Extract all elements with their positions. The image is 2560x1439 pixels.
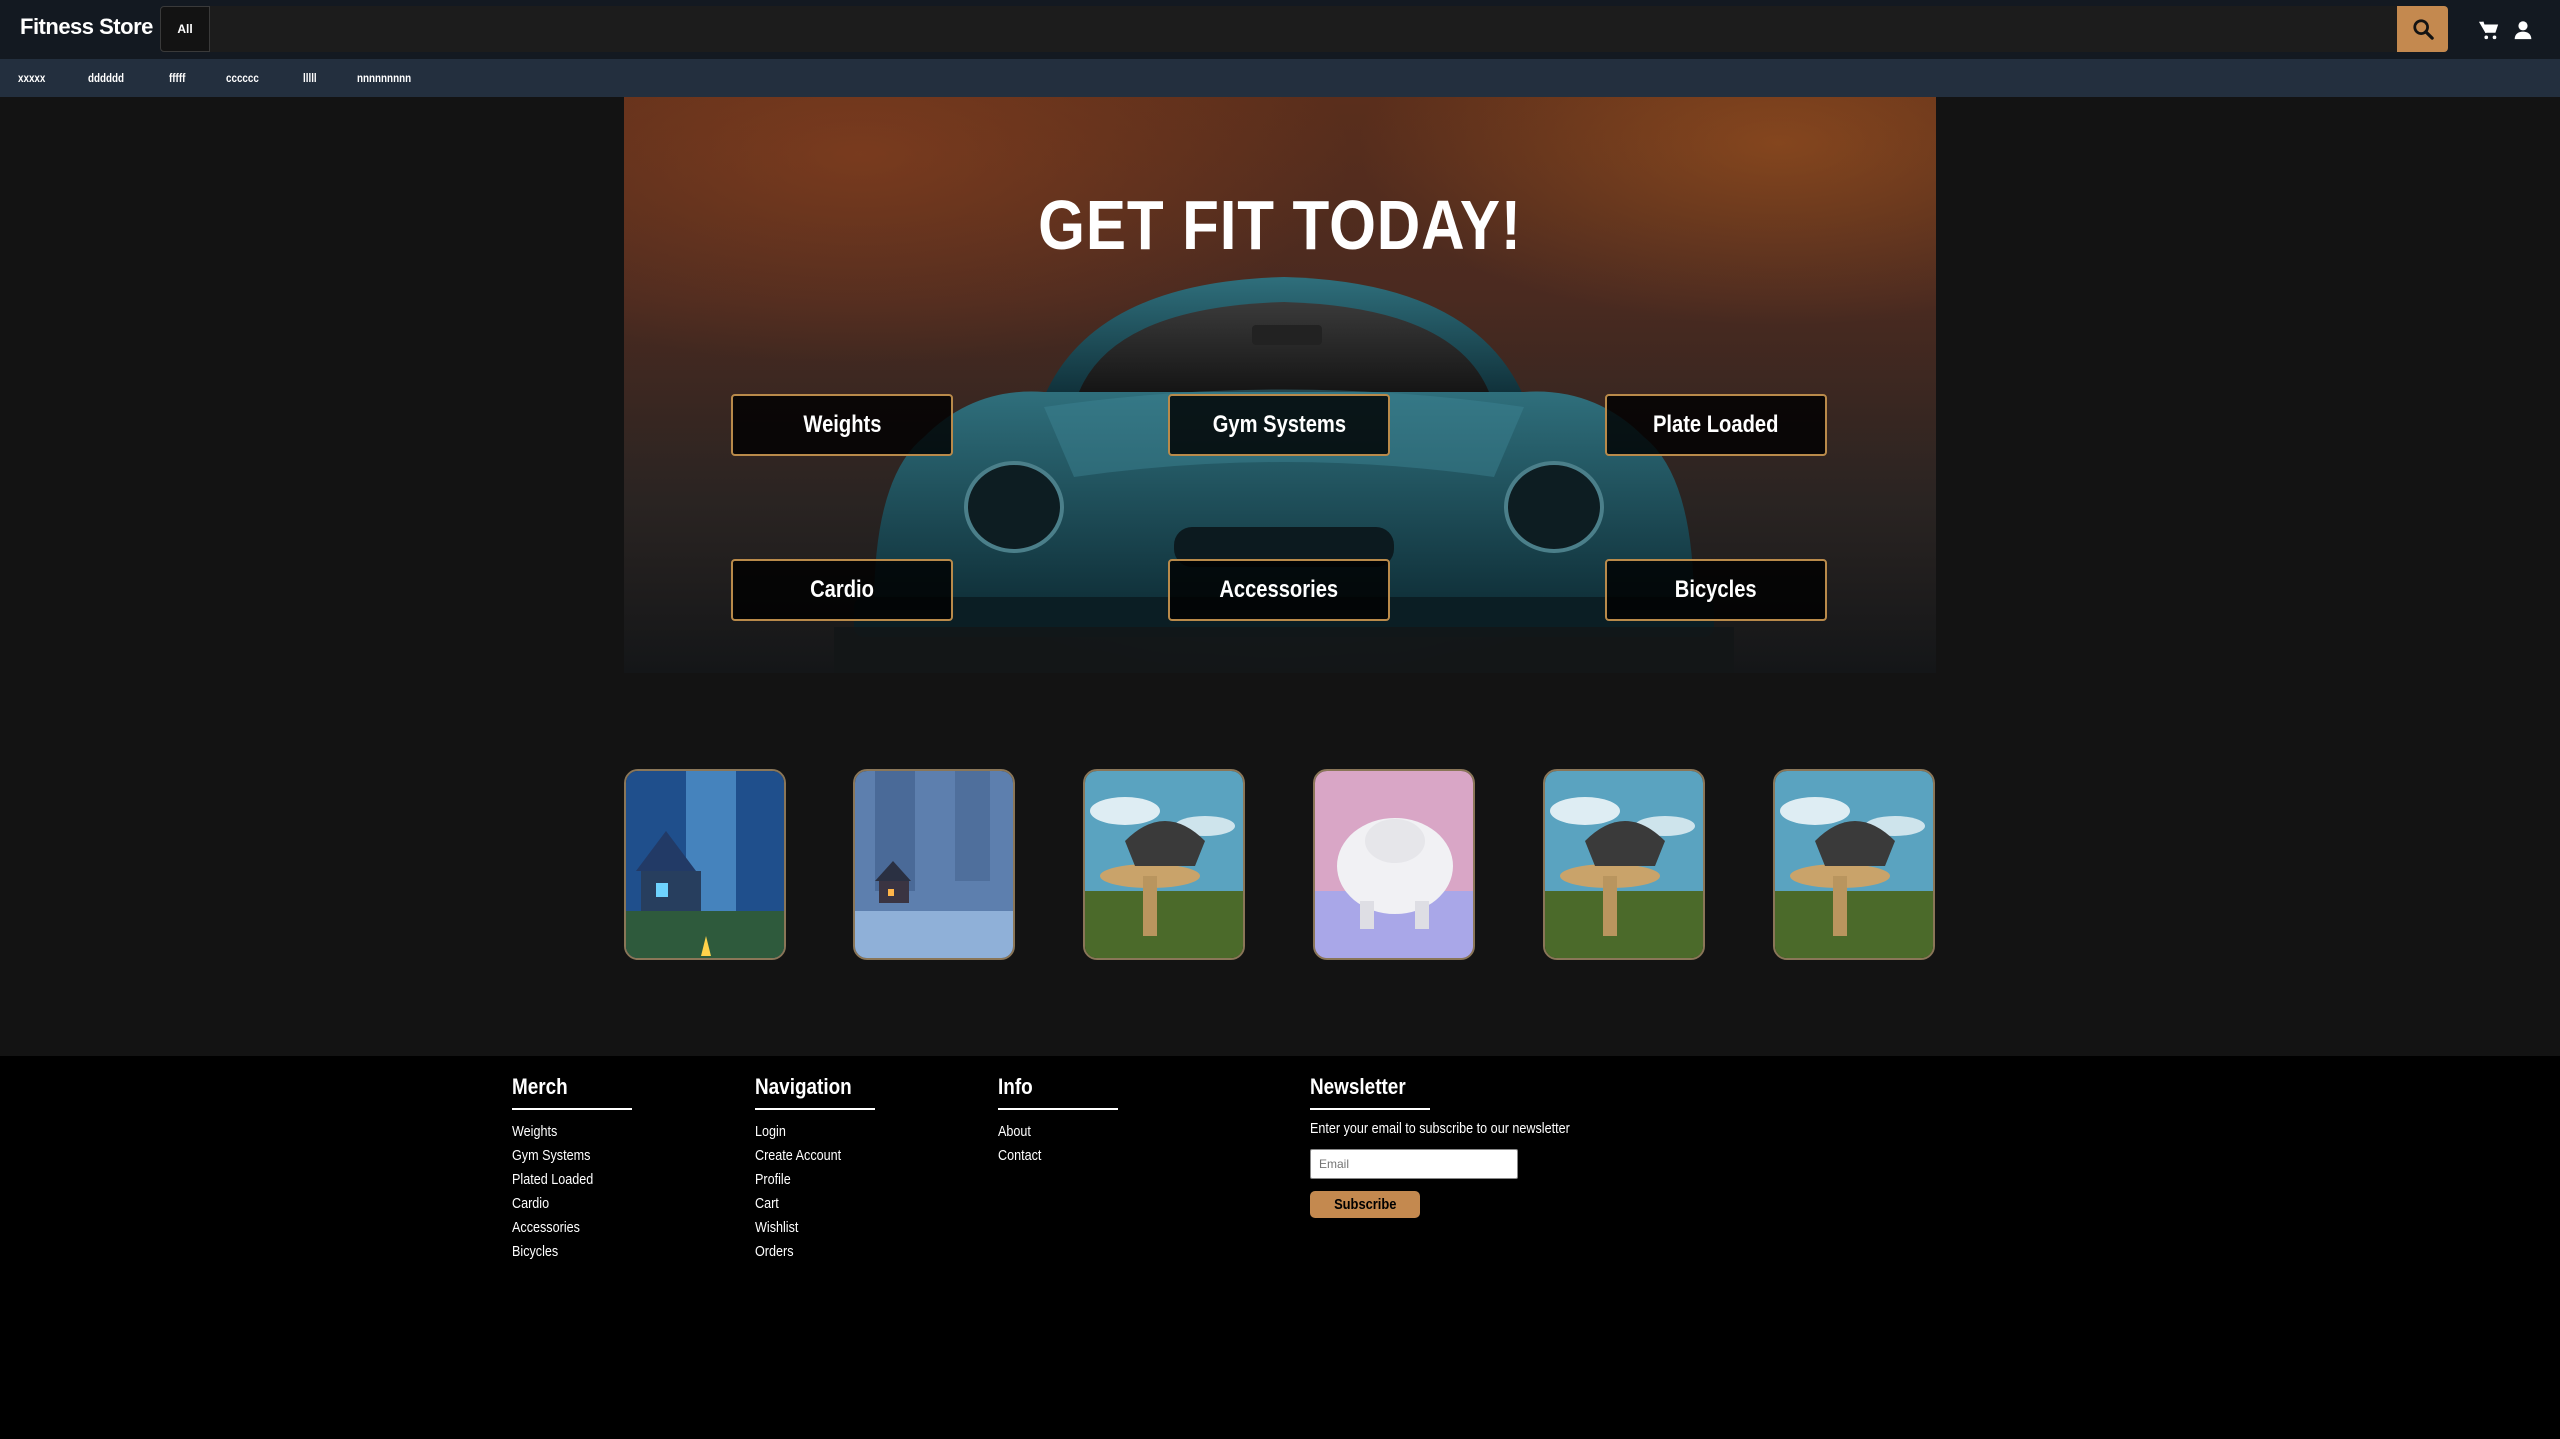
footer-divider <box>998 1108 1118 1110</box>
footer-link[interactable]: Profile <box>755 1168 856 1192</box>
thumbnail-card[interactable] <box>624 769 786 960</box>
thumbnail-card[interactable] <box>1083 769 1245 960</box>
buffalo-creature-image <box>1315 771 1473 958</box>
thumbnail-card[interactable] <box>1313 769 1475 960</box>
footer-heading: Navigation <box>755 1074 852 1099</box>
footer-divider <box>755 1108 875 1110</box>
category-button-label: Gym Systems <box>1212 411 1346 438</box>
category-button-label: Cardio <box>810 576 874 603</box>
subnav-item[interactable]: lllll <box>303 71 317 85</box>
footer-link[interactable]: Accessories <box>512 1216 613 1240</box>
mushroom-creature-image <box>1775 771 1933 958</box>
sub-navbar: xxxxx dddddd fffff cccccc lllll nnnnnnnn… <box>0 59 2560 97</box>
footer-heading: Info <box>998 1074 1033 1099</box>
footer-link[interactable]: Wishlist <box>755 1216 856 1240</box>
footer-divider <box>1310 1108 1430 1110</box>
snowy-cabin-image <box>855 771 1013 958</box>
fantasy-forest-cabin-image <box>626 771 784 958</box>
footer-navigation-column: Navigation Login Create Account Profile … <box>755 1074 875 1264</box>
footer-merch-column: Merch Weights Gym Systems Plated Loaded … <box>512 1074 632 1264</box>
category-button-label: Plate Loaded <box>1653 411 1779 438</box>
thumbnail-card[interactable] <box>853 769 1015 960</box>
newsletter-description: Enter your email to subscribe to our new… <box>1310 1120 1570 1137</box>
hero-banner: GET FIT TODAY! Weights Gym Systems Plate… <box>624 97 1936 673</box>
footer: Merch Weights Gym Systems Plated Loaded … <box>0 1056 2560 1439</box>
category-button-gym-systems[interactable]: Gym Systems <box>1168 394 1390 456</box>
brand-logo[interactable]: Fitness Store <box>20 14 153 40</box>
thumbnail-card[interactable] <box>1773 769 1935 960</box>
search-button[interactable] <box>2397 6 2448 52</box>
category-button-plate-loaded[interactable]: Plate Loaded <box>1605 394 1827 456</box>
user-icon[interactable] <box>2513 19 2533 41</box>
footer-heading: Newsletter <box>1310 1074 1406 1099</box>
hero-title: GET FIT TODAY! <box>1038 186 1522 264</box>
search-icon <box>2412 19 2434 40</box>
top-navbar: Fitness Store All <box>0 0 2560 59</box>
footer-info-column: Info About Contact <box>998 1074 1118 1168</box>
footer-divider <box>512 1108 632 1110</box>
footer-link[interactable]: Contact <box>998 1144 1099 1168</box>
footer-link[interactable]: Orders <box>755 1240 856 1264</box>
subnav-item[interactable]: xxxxx <box>18 71 45 85</box>
footer-link[interactable]: Cart <box>755 1192 856 1216</box>
category-button-cardio[interactable]: Cardio <box>731 559 953 621</box>
footer-link[interactable]: Bicycles <box>512 1240 613 1264</box>
footer-link[interactable]: Cardio <box>512 1192 613 1216</box>
footer-link[interactable]: Create Account <box>755 1144 856 1168</box>
subnav-item[interactable]: nnnnnnnnn <box>357 71 411 85</box>
mushroom-creature-image <box>1545 771 1703 958</box>
search-input[interactable] <box>210 6 2397 52</box>
subscribe-button[interactable]: Subscribe <box>1310 1191 1420 1218</box>
subnav-item[interactable]: fffff <box>169 71 185 85</box>
mushroom-creature-image <box>1085 771 1243 958</box>
subnav-item[interactable]: cccccc <box>226 71 259 85</box>
footer-link[interactable]: Plated Loaded <box>512 1168 613 1192</box>
thumbnail-card[interactable] <box>1543 769 1705 960</box>
category-button-bicycles[interactable]: Bicycles <box>1605 559 1827 621</box>
footer-link[interactable]: Weights <box>512 1120 613 1144</box>
footer-link[interactable]: Gym Systems <box>512 1144 613 1168</box>
category-button-label: Weights <box>802 411 882 438</box>
footer-heading: Merch <box>512 1074 568 1099</box>
cart-icon[interactable] <box>2478 19 2500 41</box>
category-button-label: Bicycles <box>1675 576 1757 603</box>
category-button-weights[interactable]: Weights <box>731 394 953 456</box>
category-button-label: Accessories <box>1219 576 1339 603</box>
footer-newsletter-column: Newsletter Enter your email to subscribe… <box>1310 1074 1619 1218</box>
subnav-item[interactable]: dddddd <box>88 71 124 85</box>
subscribe-button-label: Subscribe <box>1333 1196 1397 1213</box>
footer-link[interactable]: Login <box>755 1120 856 1144</box>
category-button-accessories[interactable]: Accessories <box>1168 559 1390 621</box>
newsletter-email-input[interactable] <box>1310 1149 1518 1179</box>
footer-link[interactable]: About <box>998 1120 1099 1144</box>
category-select[interactable]: All <box>160 6 210 52</box>
